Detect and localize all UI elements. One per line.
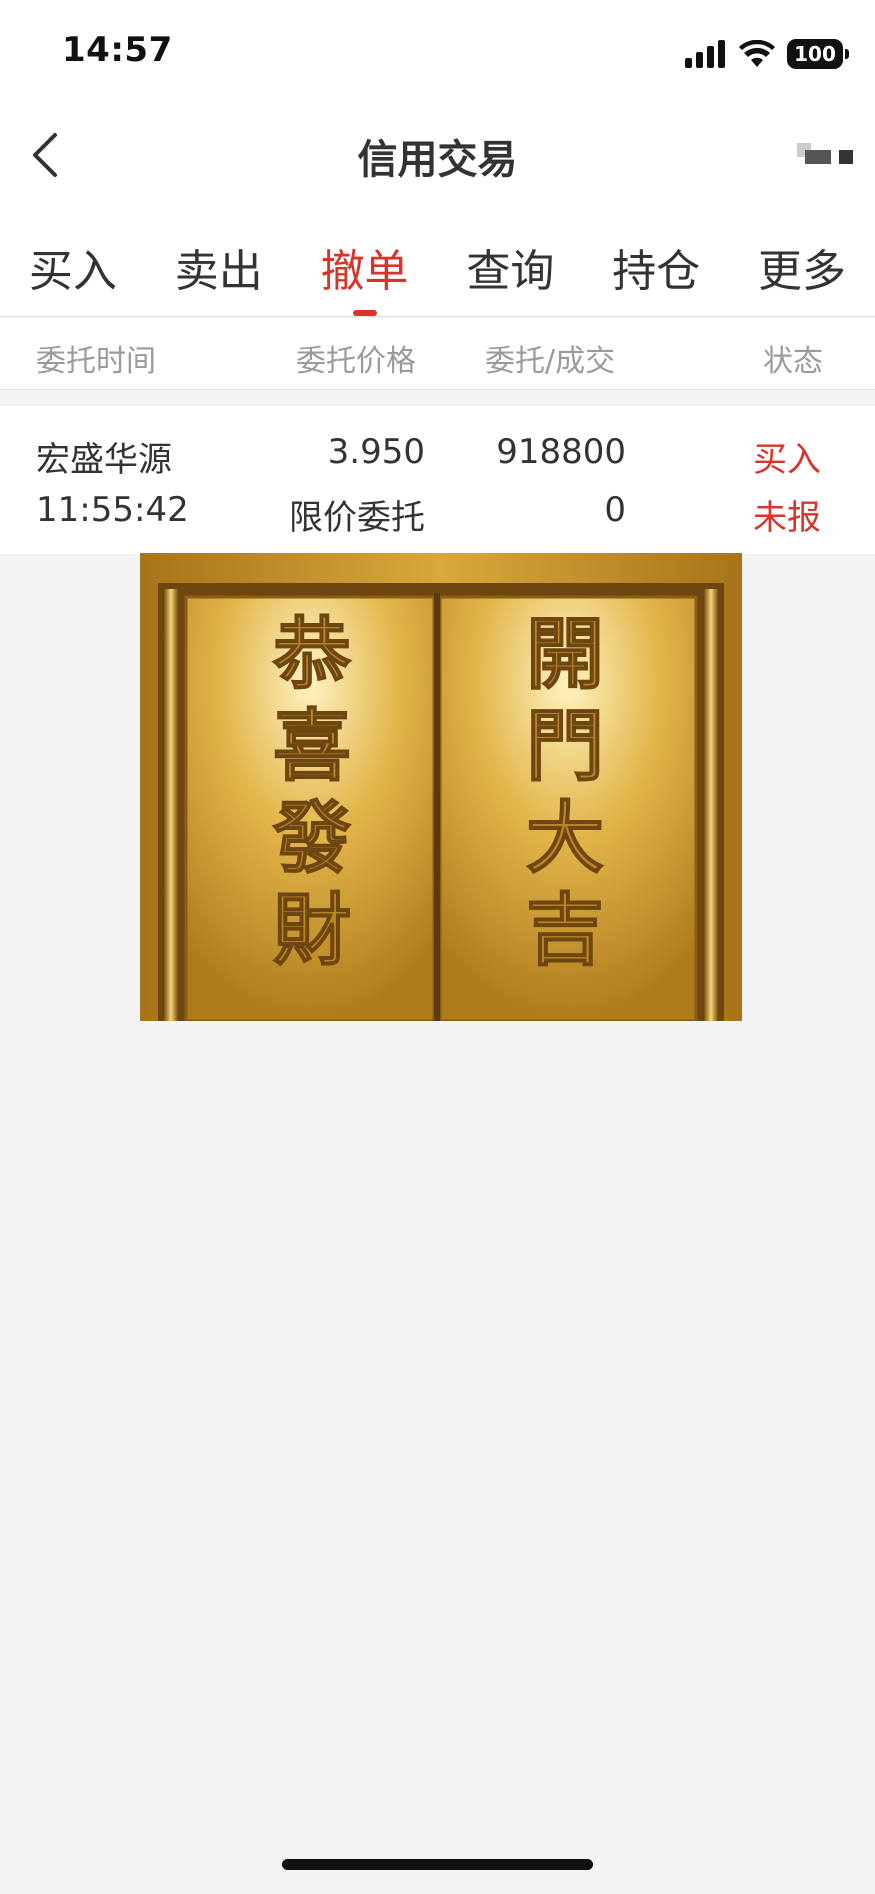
- tab-label: 更多: [758, 246, 847, 297]
- home-indicator[interactable]: [282, 1859, 593, 1870]
- banner-char: 喜: [273, 701, 351, 792]
- menu-icon: [797, 143, 853, 164]
- banner-char: 吉: [526, 885, 604, 976]
- battery-level: 100: [794, 42, 836, 66]
- battery-icon: 100: [787, 39, 849, 69]
- tab-cancel[interactable]: 撤单: [292, 205, 438, 316]
- order-type: 限价委托: [289, 498, 425, 538]
- tab-label: 持仓: [612, 246, 701, 297]
- tab-positions[interactable]: 持仓: [583, 205, 729, 316]
- tab-bar: 买入 卖出 撤单 查询 持仓 更多: [0, 205, 875, 317]
- signal-icon: [685, 40, 725, 68]
- wifi-icon: [739, 40, 775, 67]
- header-status: 状态: [763, 344, 823, 379]
- header-order-time: 委托时间: [36, 344, 156, 379]
- banner-char: 開: [526, 609, 604, 700]
- golden-door-image: 恭 喜 發 財 開 門 大 吉: [140, 553, 742, 1021]
- tab-buy[interactable]: 买入: [0, 205, 146, 316]
- tab-query[interactable]: 查询: [437, 205, 583, 316]
- active-tab-indicator: [352, 310, 377, 316]
- banner-char: 財: [273, 885, 351, 976]
- tab-label: 查询: [466, 246, 555, 297]
- order-direction: 买入: [753, 440, 821, 480]
- status-bar: 14:57 100: [0, 0, 875, 105]
- filled-quantity: 0: [604, 490, 626, 530]
- order-price: 3.950: [327, 432, 425, 472]
- order-status: 未报: [753, 498, 821, 538]
- table-row[interactable]: 宏盛华源 11:55:42 3.950 限价委托 918800 0 买入 未报: [0, 406, 875, 554]
- banner-char: 發: [272, 793, 351, 884]
- banner-char: 恭: [272, 609, 351, 700]
- order-time: 11:55:42: [36, 490, 189, 530]
- tab-sell[interactable]: 卖出: [146, 205, 292, 316]
- tab-more[interactable]: 更多: [729, 205, 875, 316]
- nav-menu-button[interactable]: [735, 135, 855, 185]
- table-header: 委托时间 委托价格 委托/成交 状态: [0, 318, 875, 390]
- stock-name: 宏盛华源: [36, 440, 172, 480]
- header-order-fill: 委托/成交: [485, 344, 616, 379]
- tab-label: 撤单: [320, 246, 409, 297]
- golden-door-banner: 恭 喜 發 財 開 門 大 吉: [140, 553, 742, 1021]
- banner-char: 大: [526, 793, 604, 884]
- order-quantity: 918800: [496, 432, 626, 472]
- nav-bar: 信用交易: [0, 105, 875, 205]
- tab-label: 买入: [28, 246, 117, 297]
- status-time: 14:57: [62, 30, 173, 70]
- header-order-price: 委托价格: [296, 344, 416, 379]
- status-icons: 100: [685, 36, 849, 72]
- banner-char: 門: [526, 701, 604, 792]
- tab-label: 卖出: [174, 246, 263, 297]
